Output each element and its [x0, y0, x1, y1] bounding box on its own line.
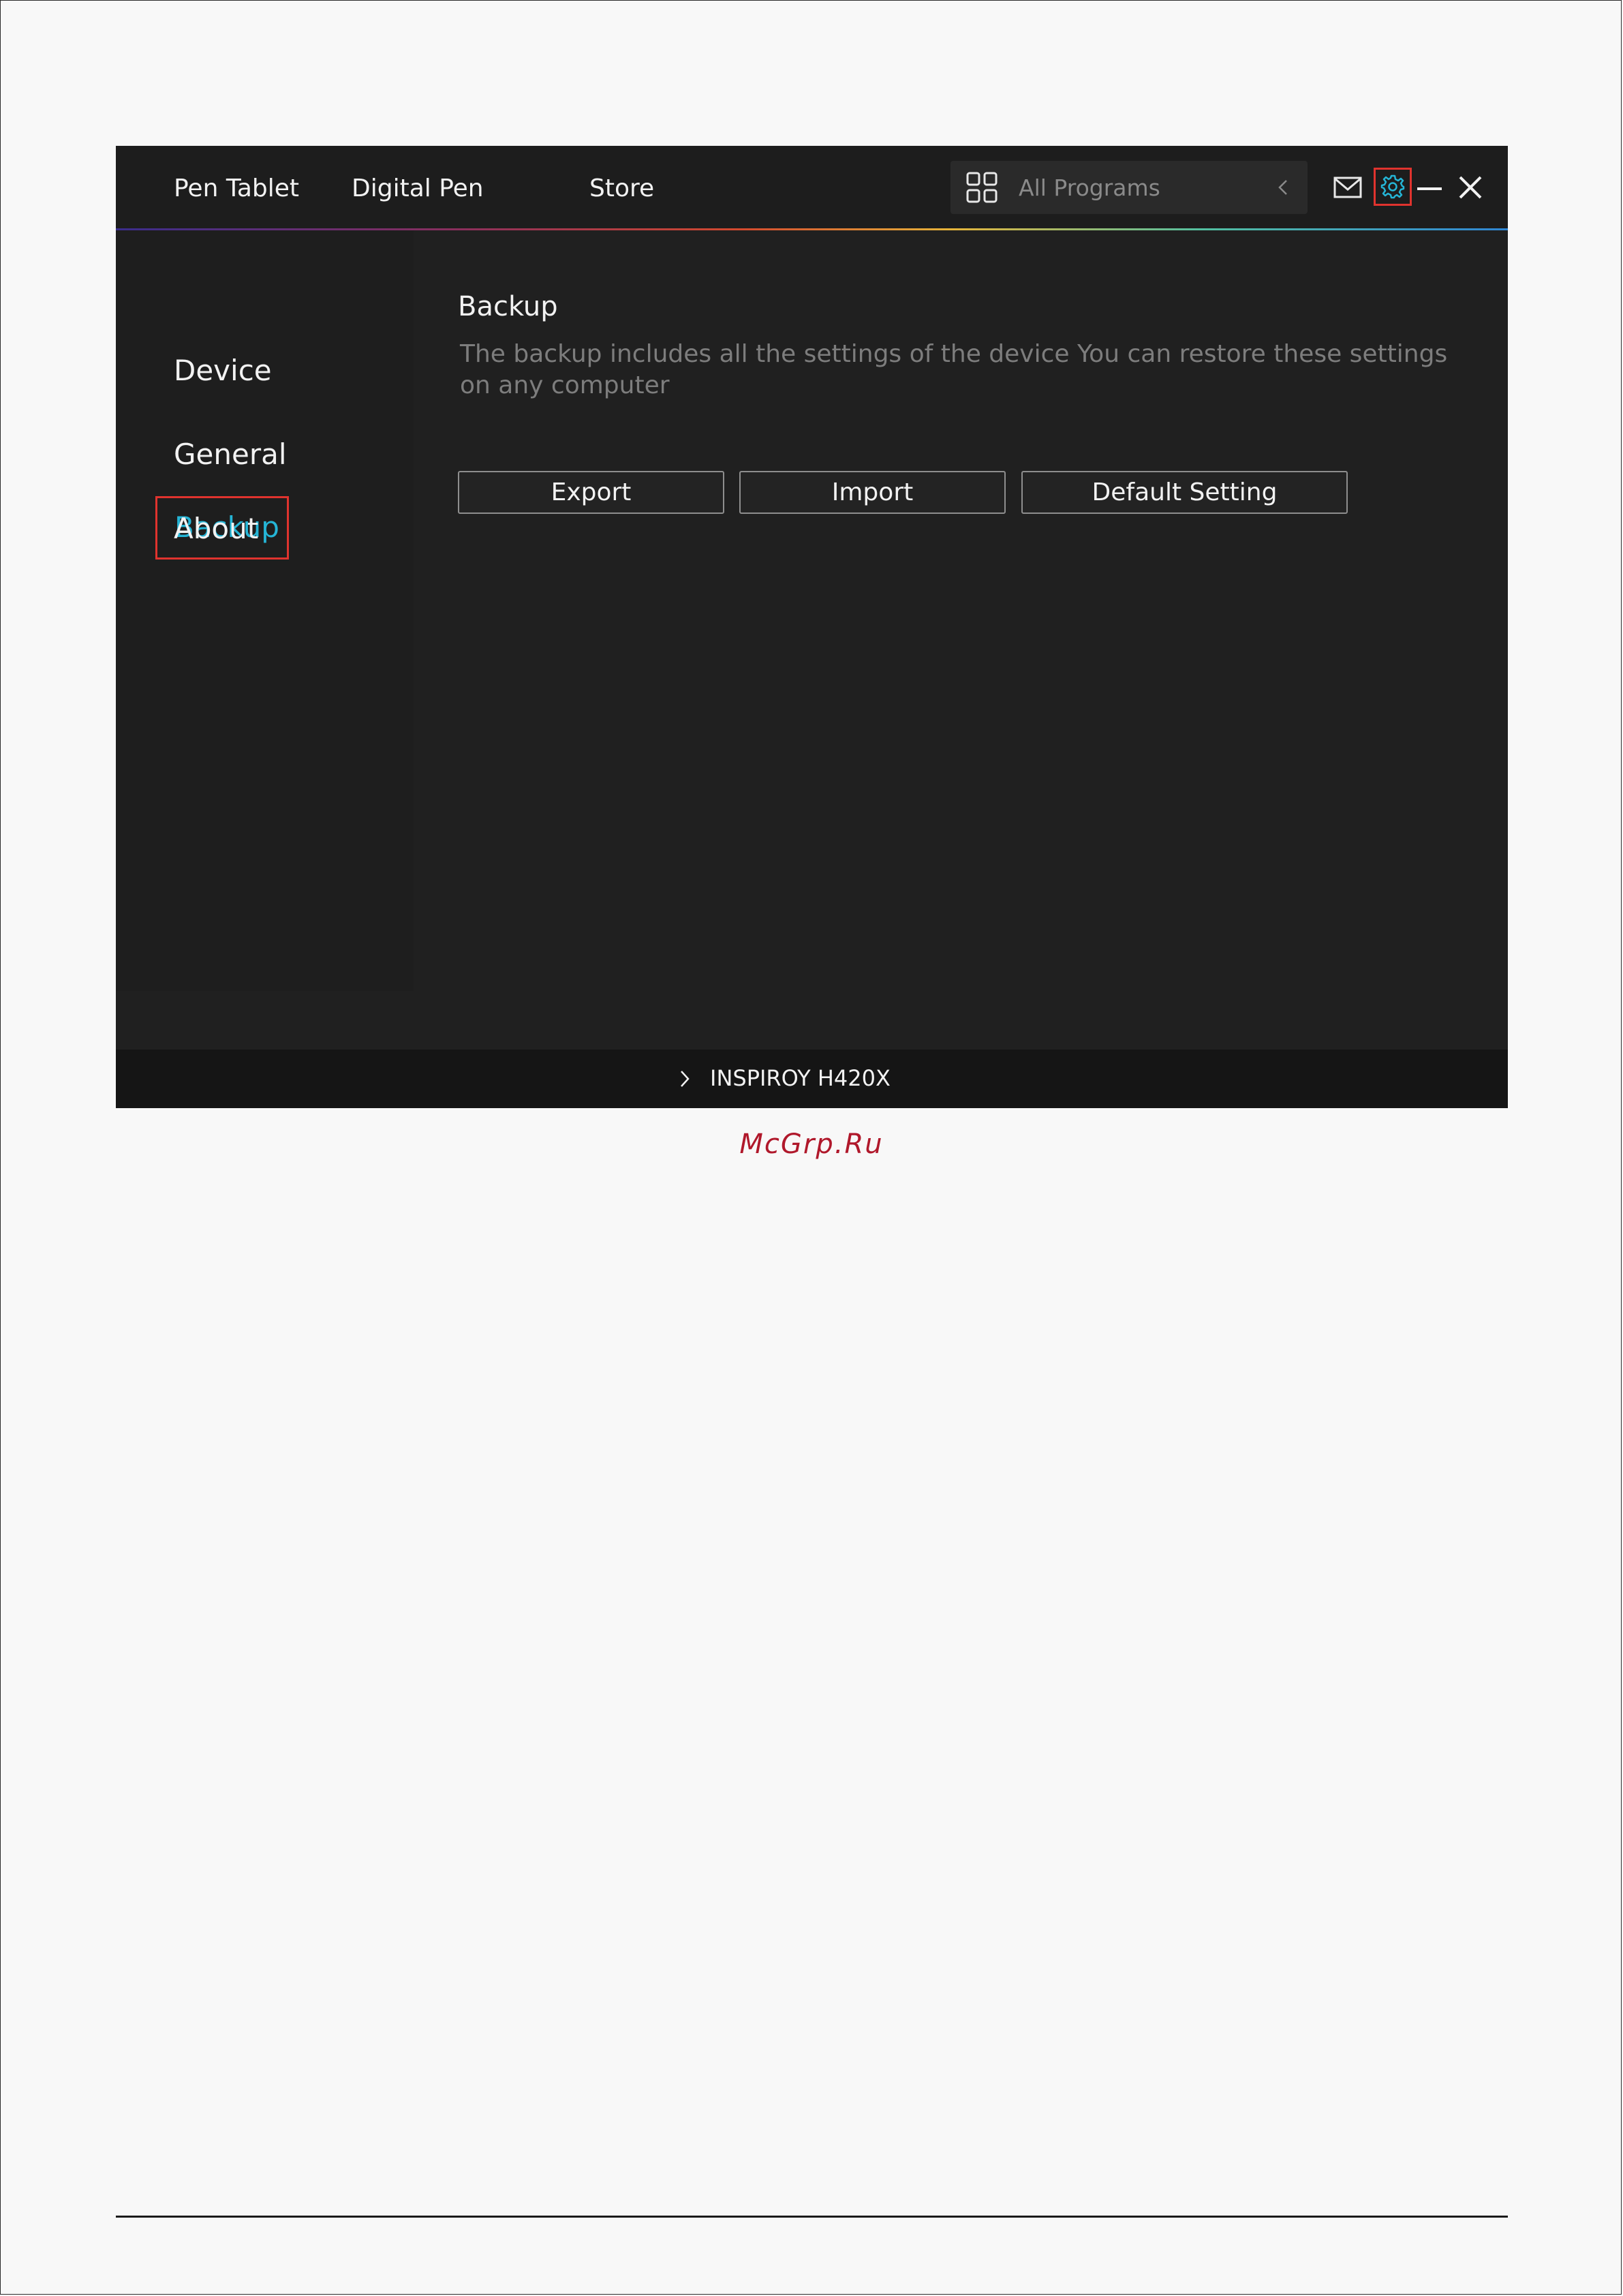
program-selector-label: All Programs [1019, 174, 1160, 201]
chevron-right-icon [681, 1071, 690, 1087]
default-setting-button[interactable]: Default Setting [1021, 471, 1348, 514]
section-description: The backup includes all the settings of … [460, 340, 1448, 399]
top-navigation-bar: Pen Tablet Digital Pen Store All Program… [116, 146, 1508, 230]
minimize-icon[interactable] [1417, 187, 1442, 191]
grid-icon [966, 172, 998, 203]
sidebar-item-device[interactable]: Device [174, 354, 272, 387]
sidebar [116, 230, 414, 991]
watermark: McGrp.Ru [739, 1129, 884, 1160]
tab-pen-tablet[interactable]: Pen Tablet [174, 174, 299, 202]
device-name: INSPIROY H420X [710, 1065, 891, 1091]
import-button[interactable]: Import [739, 471, 1006, 514]
tab-store[interactable]: Store [589, 174, 654, 202]
device-bar[interactable]: INSPIROY H420X [116, 1050, 1508, 1108]
sidebar-item-about[interactable]: About [174, 512, 258, 545]
close-icon[interactable] [1458, 175, 1483, 200]
sidebar-item-general[interactable]: General [174, 438, 287, 471]
footer-divider [116, 2216, 1508, 2218]
section-title: Backup [458, 291, 558, 322]
app-window: Pen Tablet Digital Pen Store All Program… [116, 146, 1508, 1108]
export-button[interactable]: Export [458, 471, 724, 514]
chevron-left-icon[interactable] [1273, 177, 1294, 198]
settings-button[interactable] [1374, 168, 1412, 206]
tab-digital-pen[interactable]: Digital Pen [352, 174, 484, 202]
mail-icon[interactable] [1333, 175, 1363, 200]
gear-icon [1380, 174, 1405, 199]
program-selector[interactable]: All Programs [950, 161, 1308, 214]
